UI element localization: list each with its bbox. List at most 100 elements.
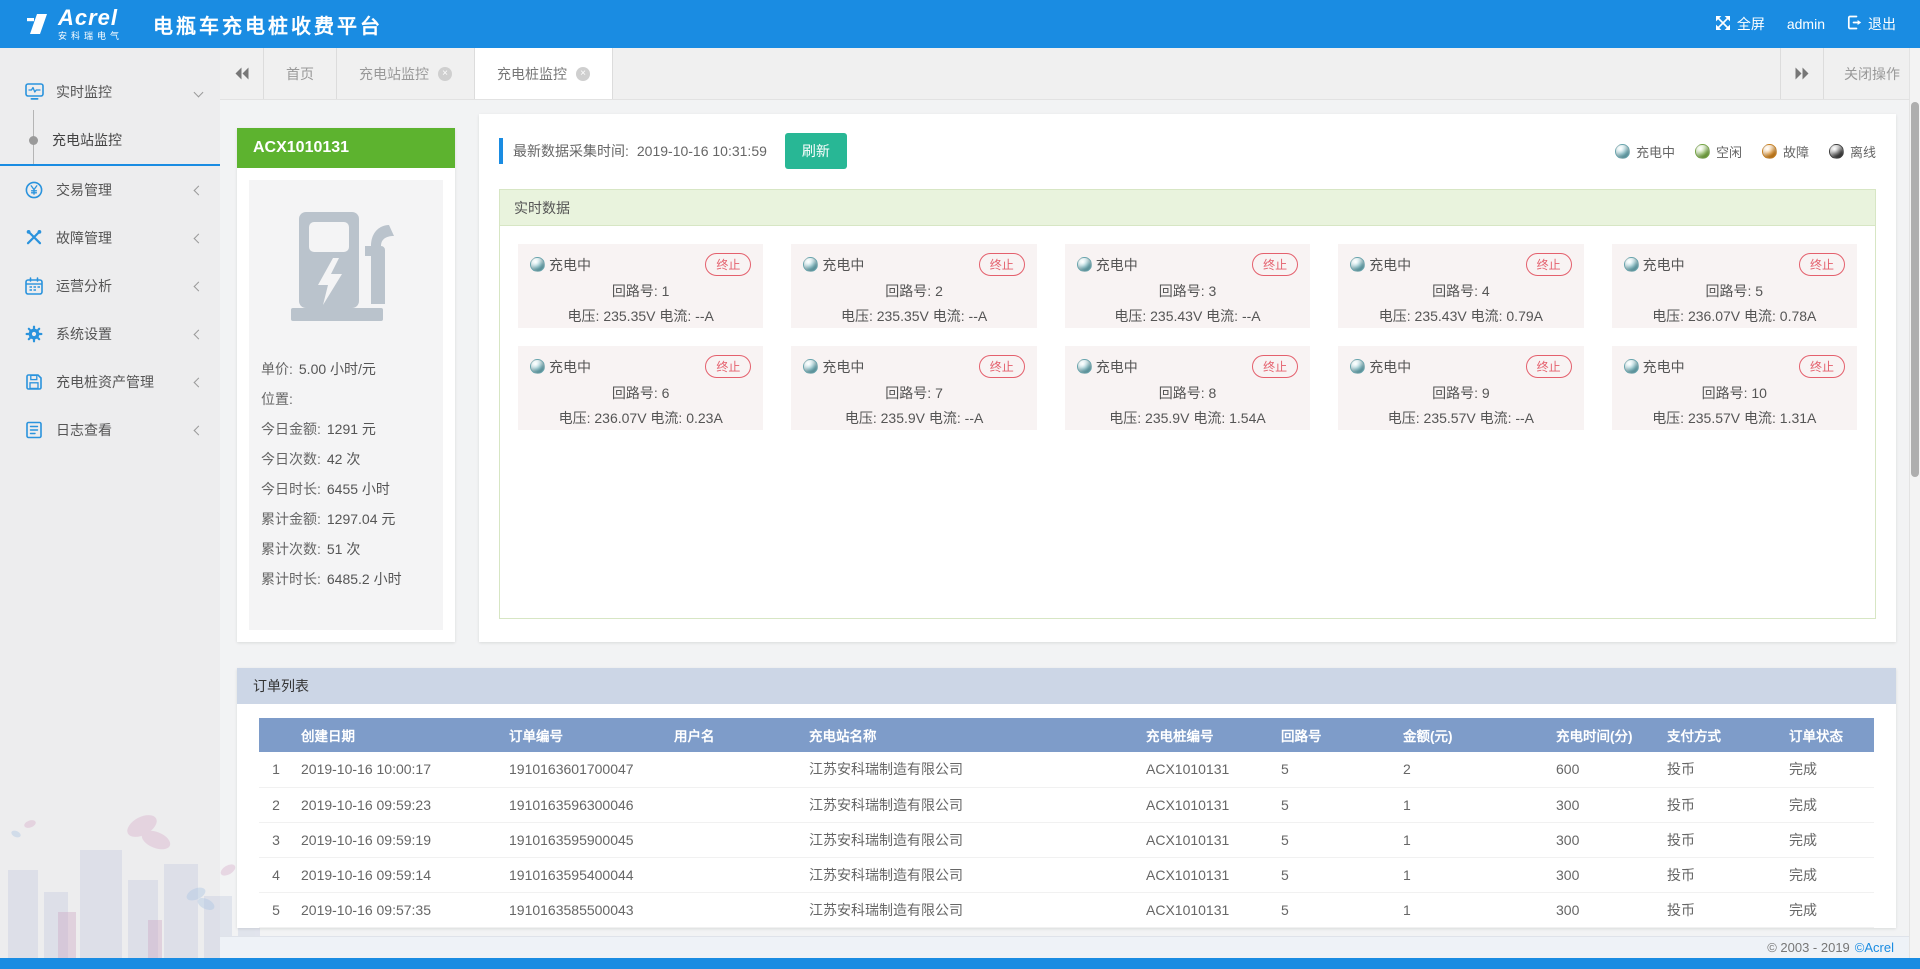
scrollbar-thumb[interactable] [1911, 102, 1919, 477]
column-header: 金额(元) [1395, 718, 1548, 752]
terminate-button[interactable]: 终止 [1799, 253, 1845, 276]
table-cell: 2 [1395, 752, 1548, 787]
terminate-button[interactable]: 终止 [1799, 355, 1845, 378]
terminate-button[interactable]: 终止 [979, 355, 1025, 378]
tab-label: 充电站监控 [359, 64, 429, 84]
sidebar-item-label: 日志查看 [56, 420, 112, 440]
sidebar-item-realtime-monitor[interactable]: 实时监控 [0, 68, 220, 116]
table-cell: 2019-10-16 09:59:19 [293, 822, 501, 857]
table-cell: 江苏安科瑞制造有限公司 [801, 822, 1138, 857]
legend-label: 充电中 [1636, 142, 1675, 161]
tabs-scroll-right-button[interactable] [1780, 48, 1824, 99]
sidebar-item-system-settings[interactable]: 系统设置 [0, 310, 220, 358]
sidebar-item-station-monitor[interactable]: 充电站监控 [0, 116, 220, 164]
terminate-button[interactable]: 终止 [1526, 355, 1572, 378]
status-dot-charging [1615, 144, 1630, 159]
legend-item-idle: 空闲 [1695, 142, 1742, 161]
circuit-readings: 电压: 235.43V 电流: 0.79A [1350, 306, 1571, 326]
tab-2[interactable]: 充电站监控 × [337, 48, 475, 99]
table-cell: 完成 [1781, 752, 1874, 787]
circuit-card-10: 充电中终止回路号: 10电压: 235.57V 电流: 1.31A [1612, 346, 1857, 430]
refresh-button[interactable]: 刷新 [785, 133, 847, 169]
tab-3[interactable]: 充电桩监控× [475, 48, 613, 99]
chevron-left-icon [194, 185, 204, 195]
table-cell: 5 [1273, 752, 1395, 787]
circuit-number: 回路号: 9 [1350, 383, 1571, 403]
sidebar-item-transaction-mgmt[interactable]: 交易管理 [0, 166, 220, 214]
terminate-button[interactable]: 终止 [1526, 253, 1572, 276]
chevron-left-icon [194, 377, 204, 387]
tabs-scroll-left-button[interactable] [220, 48, 264, 99]
stat-label: 位置: [261, 384, 293, 414]
table-cell: 1910163601700047 [501, 752, 666, 787]
logout-button[interactable]: 退出 [1847, 14, 1896, 34]
circuit-number: 回路号: 2 [803, 281, 1024, 301]
sidebar: 实时监控充电站监控交易管理故障管理运营分析系统设置充电桩资产管理日志查看 [0, 48, 220, 958]
table-cell: 1 [1395, 822, 1548, 857]
table-cell: 江苏安科瑞制造有限公司 [801, 892, 1138, 927]
sidebar-subitem-label: 充电站监控 [52, 130, 122, 150]
column-header: 用户名 [666, 718, 801, 752]
sidebar-item-label: 运营分析 [56, 276, 112, 296]
fullscreen-button[interactable]: 全屏 [1715, 14, 1765, 34]
table-cell [666, 857, 801, 892]
username: admin [1787, 16, 1825, 32]
tab-1[interactable]: 首页 [264, 48, 337, 99]
sidebar-group-operation-analysis: 运营分析 [0, 262, 220, 310]
row-index: 1 [259, 752, 293, 787]
acrel-logo[interactable]: Acrel 安科瑞电气 [0, 7, 123, 41]
table-cell: 1910163585500043 [501, 892, 666, 927]
stat-label: 单价: [261, 354, 293, 384]
column-header: 充电桩编号 [1138, 718, 1273, 752]
table-cell: 1 [1395, 787, 1548, 822]
sidebar-item-fault-mgmt[interactable]: 故障管理 [0, 214, 220, 262]
sidebar-group-fault-mgmt: 故障管理 [0, 214, 220, 262]
terminate-button[interactable]: 终止 [979, 253, 1025, 276]
table-cell: 300 [1548, 892, 1659, 927]
circuit-card-1: 充电中终止回路号: 1电压: 235.35V 电流: --A [518, 244, 763, 328]
row-index: 4 [259, 857, 293, 892]
user-menu[interactable]: admin [1787, 16, 1825, 32]
circuit-number: 回路号: 4 [1350, 281, 1571, 301]
legend-label: 故障 [1783, 142, 1809, 161]
circuit-readings: 电压: 236.07V 电流: 0.78A [1624, 306, 1845, 326]
table-cell: ACX1010131 [1138, 752, 1273, 787]
settings-icon [24, 324, 44, 344]
sidebar-item-label: 交易管理 [56, 180, 112, 200]
table-cell: 投币 [1659, 752, 1781, 787]
close-operations-button[interactable]: 关闭操作 [1824, 48, 1920, 99]
status-legend: 充电中空闲故障离线 [1615, 142, 1876, 161]
terminate-button[interactable]: 终止 [705, 253, 751, 276]
table-cell: 2019-10-16 10:00:17 [293, 752, 501, 787]
terminate-button[interactable]: 终止 [1252, 355, 1298, 378]
charging-status-label: 充电中 [1369, 255, 1411, 275]
table-cell: 完成 [1781, 822, 1874, 857]
sidebar-item-pile-asset-mgmt[interactable]: 充电桩资产管理 [0, 358, 220, 406]
circuit-readings: 电压: 235.57V 电流: 1.31A [1624, 408, 1845, 428]
circuit-card-2: 充电中终止回路号: 2电压: 235.35V 电流: --A [791, 244, 1036, 328]
table-cell: 1 [1395, 892, 1548, 927]
table-cell [666, 892, 801, 927]
terminate-button[interactable]: 终止 [705, 355, 751, 378]
sidebar-item-operation-analysis[interactable]: 运营分析 [0, 262, 220, 310]
monitor-panel: 最新数据采集时间: 2019-10-16 10:31:59 刷新 充电中空闲故障… [479, 114, 1896, 642]
chevron-down-icon [194, 87, 204, 97]
table-cell: 5 [1273, 892, 1395, 927]
tab-close-icon[interactable]: × [438, 67, 452, 81]
vertical-scrollbar[interactable] [1909, 48, 1920, 958]
column-header: 订单状态 [1781, 718, 1874, 752]
collect-time-label: 最新数据采集时间: [513, 141, 629, 161]
circuit-number: 回路号: 5 [1624, 281, 1845, 301]
circuit-card-5: 充电中终止回路号: 5电压: 236.07V 电流: 0.78A [1612, 244, 1857, 328]
table-cell: ACX1010131 [1138, 787, 1273, 822]
tab-close-icon[interactable]: × [576, 67, 590, 81]
terminate-button[interactable]: 终止 [1252, 253, 1298, 276]
table-cell [666, 752, 801, 787]
sidebar-item-log-view[interactable]: 日志查看 [0, 406, 220, 454]
acrel-link[interactable]: ©Acrel [1855, 940, 1894, 955]
table-cell: 2019-10-16 09:59:23 [293, 787, 501, 822]
accent-bar [499, 138, 503, 164]
logo-main-text: Acrel [58, 7, 123, 29]
station-stat: 累计次数:51 次 [261, 534, 431, 564]
orders-panel: 订单列表 创建日期订单编号用户名充电站名称充电桩编号回路号金额(元)充电时间(分… [237, 668, 1896, 928]
